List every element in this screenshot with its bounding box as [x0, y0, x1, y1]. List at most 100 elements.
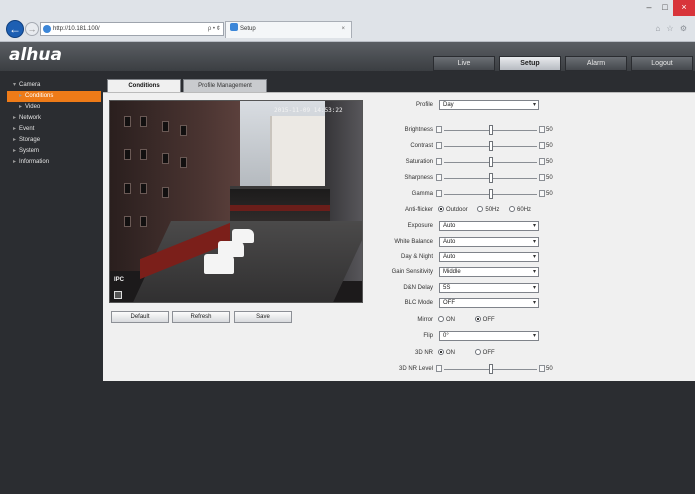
sidebar-item-network[interactable]: ▸ Network — [7, 113, 101, 124]
day-night-select[interactable]: Auto ▾ — [439, 252, 539, 262]
slider-max-box — [539, 158, 545, 165]
video-window — [124, 116, 131, 127]
antiflicker-option-60hz[interactable]: 60Hz — [509, 206, 531, 213]
mirror-option-off[interactable]: OFF — [474, 316, 495, 323]
tab-live[interactable]: Live — [433, 56, 495, 71]
saturation-value: 50 — [546, 159, 553, 165]
video-shed — [230, 186, 330, 221]
blc-mode-value: OFF — [443, 300, 455, 306]
tab-live-label: Live — [457, 60, 471, 67]
address-controls[interactable]: ρ • ¢ — [208, 23, 220, 35]
flip-select[interactable]: 0° ▾ — [439, 331, 539, 341]
3d-nr-label: 3D NR — [414, 350, 433, 356]
address-bar[interactable]: http://10.181.100/ ρ • ¢ — [40, 22, 224, 36]
live-video-preview[interactable]: 2015-11-09 14:53:22 IPC — [109, 100, 363, 303]
radio-selected-icon — [438, 349, 444, 355]
profile-select[interactable]: Day ▾ — [439, 100, 539, 110]
dn-delay-select[interactable]: 5S ▾ — [439, 283, 539, 293]
day-night-label: Day & Night — [400, 254, 433, 260]
tab-title: Setup — [240, 26, 256, 32]
contrast-slider[interactable]: 50 — [436, 141, 559, 151]
radio-icon — [438, 316, 444, 322]
video-window — [124, 216, 131, 227]
browser-tab[interactable]: Setup × — [225, 21, 352, 38]
blc-mode-select[interactable]: OFF ▾ — [439, 298, 539, 308]
osd-channel-name: IPC — [114, 277, 125, 283]
mirror-option-on[interactable]: ON — [438, 316, 455, 323]
forward-arrow-icon[interactable]: → — [25, 22, 39, 36]
white-balance-select[interactable]: Auto ▾ — [439, 237, 539, 247]
video-shed-stripe — [230, 205, 330, 211]
radio-selected-icon — [438, 206, 444, 212]
sidebar-item-label: Storage — [19, 137, 41, 143]
refresh-button[interactable]: Refresh — [172, 311, 230, 323]
close-window-icon[interactable]: × — [673, 0, 695, 16]
gain-sensitivity-select[interactable]: Middle ▾ — [439, 267, 539, 277]
antiflicker-option-50hz[interactable]: 50Hz — [477, 206, 500, 213]
3d-nr-level-slider[interactable]: 50 — [436, 364, 559, 374]
saturation-slider[interactable]: 50 — [436, 157, 559, 167]
exposure-select[interactable]: Auto ▾ — [439, 221, 539, 231]
slider-min-box — [436, 126, 442, 133]
antiflicker-option-outdoor[interactable]: Outdoor — [438, 206, 468, 213]
gain-sensitivity-value: Middle — [443, 269, 461, 275]
slider-thumb[interactable] — [488, 157, 493, 167]
brightness-slider[interactable]: 50 — [436, 125, 559, 135]
chevron-right-icon: ▸ — [13, 115, 17, 121]
sidebar-item-label: Video — [25, 104, 41, 110]
minimize-icon[interactable]: – — [641, 0, 657, 16]
gamma-slider[interactable]: 50 — [436, 189, 559, 199]
tab-logout-label: Logout — [651, 60, 673, 67]
dn-delay-value: 5S — [443, 285, 451, 291]
sharpness-slider[interactable]: 50 — [436, 173, 559, 183]
osd-timestamp: 2015-11-09 14:53:22 — [274, 107, 343, 114]
tab-close-icon[interactable]: × — [341, 22, 345, 37]
maximize-icon[interactable]: □ — [657, 0, 673, 16]
save-button[interactable]: Save — [234, 311, 292, 323]
brand-logo: alhua — [9, 45, 62, 65]
sidebar-item-event[interactable]: ▸ Event — [7, 124, 101, 135]
brightness-label: Brightness — [404, 127, 433, 133]
antiflicker-option-label: Outdoor — [446, 207, 468, 213]
tab-alarm[interactable]: Alarm — [565, 56, 627, 71]
sidebar-item-label: Camera — [19, 82, 41, 88]
video-window — [140, 116, 147, 127]
sidebar-item-information[interactable]: ▸ Information — [7, 157, 101, 168]
default-button[interactable]: Default — [111, 311, 169, 323]
tab-profile-management[interactable]: Profile Management — [183, 79, 267, 92]
slider-min-box — [436, 174, 442, 181]
back-arrow-icon[interactable]: ← — [6, 20, 24, 38]
mirror-option-label: OFF — [482, 317, 495, 323]
sidebar: ▾ Camera ▸ Conditions ▸ Video ▸ Network ▸ Eve… — [7, 80, 101, 168]
tab-conditions[interactable]: Conditions — [107, 79, 181, 92]
chevron-right-icon: ▸ — [13, 126, 17, 132]
chevron-down-icon: ▾ — [532, 254, 536, 260]
chevron-right-icon: ▸ — [13, 159, 17, 165]
slider-thumb[interactable] — [488, 189, 493, 199]
3d-nr-option-off[interactable]: OFF — [474, 349, 495, 356]
3d-nr-option-on[interactable]: ON — [438, 349, 455, 356]
sidebar-item-video[interactable]: ▸ Video — [7, 102, 101, 113]
dn-delay-label: D&N Delay — [403, 285, 433, 291]
slider-thumb[interactable] — [488, 173, 493, 183]
video-control-icon[interactable] — [114, 291, 122, 299]
tab-logout[interactable]: Logout — [631, 56, 693, 71]
antiflicker-option-label: 50Hz — [485, 207, 500, 213]
sidebar-item-system[interactable]: ▸ System — [7, 146, 101, 157]
mirror-label: Mirror — [417, 317, 433, 323]
toolbar-icons[interactable]: ⌂ ☆ ⚙ — [655, 24, 689, 33]
slider-thumb[interactable] — [488, 364, 493, 374]
sidebar-item-camera[interactable]: ▾ Camera — [7, 80, 101, 91]
slider-thumb[interactable] — [488, 141, 493, 151]
chevron-right-icon: ▸ — [13, 148, 17, 154]
slider-max-box — [539, 365, 545, 372]
tab-setup[interactable]: Setup — [499, 56, 561, 71]
contrast-label: Contrast — [410, 143, 433, 149]
video-white-building — [270, 116, 325, 186]
video-window — [124, 183, 131, 194]
chevron-down-icon: ▾ — [13, 82, 17, 88]
sidebar-item-storage[interactable]: ▸ Storage — [7, 135, 101, 146]
radio-icon — [477, 206, 484, 212]
slider-thumb[interactable] — [488, 125, 493, 135]
sidebar-item-conditions[interactable]: ▸ Conditions — [7, 91, 101, 102]
